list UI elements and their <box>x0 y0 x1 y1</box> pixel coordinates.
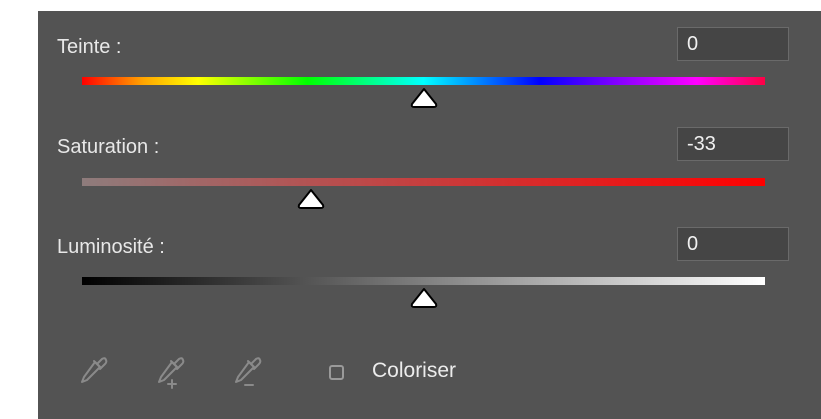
eyedropper-icon <box>81 357 108 383</box>
triangle-thumb-icon <box>297 189 325 209</box>
triangle-thumb-icon <box>410 288 437 308</box>
saturation-slider-track[interactable] <box>82 178 765 186</box>
hue-value-field[interactable] <box>677 27 789 61</box>
lightness-value-field[interactable] <box>677 227 789 261</box>
eyedropper-minus-icon <box>235 357 262 386</box>
colorize-label: Coloriser <box>372 359 457 382</box>
eyedropper-plus-icon <box>158 357 185 389</box>
hue-slider-thumb[interactable] <box>409 87 439 109</box>
saturation-slider-thumb[interactable] <box>296 188 326 210</box>
eyedropper-tool[interactable] <box>73 349 113 389</box>
hue-label: Teinte : <box>57 36 122 58</box>
colorize-checkbox[interactable] <box>329 365 344 380</box>
eyedropper-plus-tool[interactable] <box>150 349 190 389</box>
lightness-slider-track[interactable] <box>82 277 765 285</box>
saturation-value-field[interactable] <box>677 127 789 161</box>
hue-saturation-panel: Teinte : Saturation : Luminosité : <box>38 11 821 419</box>
lightness-label: Luminosité : <box>57 236 165 258</box>
lightness-slider-thumb[interactable] <box>409 287 439 309</box>
hue-slider-track[interactable] <box>82 77 765 85</box>
eyedropper-minus-tool[interactable] <box>227 349 267 389</box>
triangle-thumb-icon <box>410 88 437 108</box>
saturation-label: Saturation : <box>57 136 160 158</box>
